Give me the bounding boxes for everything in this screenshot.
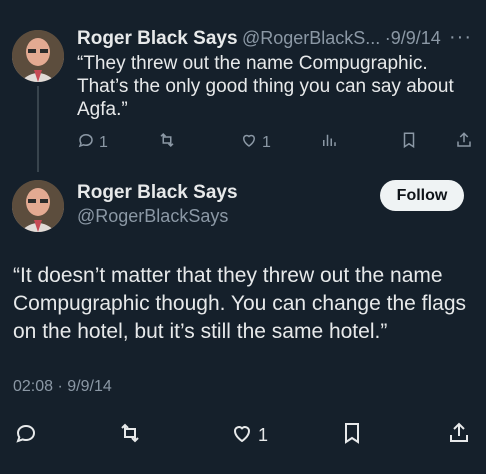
reply-text: “They threw out the name Compugraphic. T… <box>77 53 454 120</box>
views-icon <box>320 131 338 154</box>
main-tweet-text: “It doesn’t matter that they threw out t… <box>13 264 467 343</box>
follow-button[interactable]: Follow <box>380 180 464 211</box>
main-action-like[interactable]: 1 <box>230 421 268 450</box>
main-tweet-timestamp[interactable]: 02:08 · 9/9/14 <box>13 378 112 396</box>
reply-author-handle[interactable]: @RogerBlackS... <box>242 28 380 48</box>
like-icon <box>230 421 254 450</box>
reply-action-repost[interactable] <box>158 131 180 154</box>
repost-icon <box>158 131 176 154</box>
reply-date[interactable]: 9/9/14 <box>391 28 441 48</box>
reply-icon <box>14 421 38 450</box>
main-action-share[interactable] <box>447 421 471 450</box>
main-action-bookmark[interactable] <box>340 421 364 450</box>
share-icon <box>455 131 473 154</box>
reply-icon <box>77 131 95 154</box>
reply-header: Roger Black Says @RogerBlackS... ·9/9/14 <box>77 28 469 52</box>
reply-author-name[interactable]: Roger Black Says <box>77 28 238 49</box>
like-count: 1 <box>262 133 271 151</box>
main-action-reply[interactable] <box>14 421 42 450</box>
main-author-avatar[interactable] <box>12 180 64 232</box>
thread-connector-line <box>37 86 39 172</box>
reply-action-like[interactable]: 1 <box>240 131 271 154</box>
main-author-handle[interactable]: @RogerBlackSays <box>77 206 228 227</box>
like-icon <box>240 131 258 154</box>
reply-action-bookmark[interactable] <box>400 131 418 154</box>
main-like-count: 1 <box>258 425 269 445</box>
more-options-icon[interactable]: ··· <box>449 26 472 49</box>
reply-action-reply[interactable]: 1 <box>77 131 108 154</box>
bookmark-icon <box>340 421 364 450</box>
reply-action-share[interactable] <box>455 131 473 154</box>
reply-action-views[interactable] <box>320 131 338 154</box>
reply-count: 1 <box>99 133 108 151</box>
share-icon <box>447 421 471 450</box>
main-author-name[interactable]: Roger Black Says <box>77 182 238 204</box>
main-action-repost[interactable] <box>118 421 146 450</box>
bookmark-icon <box>400 131 418 154</box>
reply-author-avatar[interactable] <box>12 30 64 82</box>
repost-icon <box>118 421 142 450</box>
